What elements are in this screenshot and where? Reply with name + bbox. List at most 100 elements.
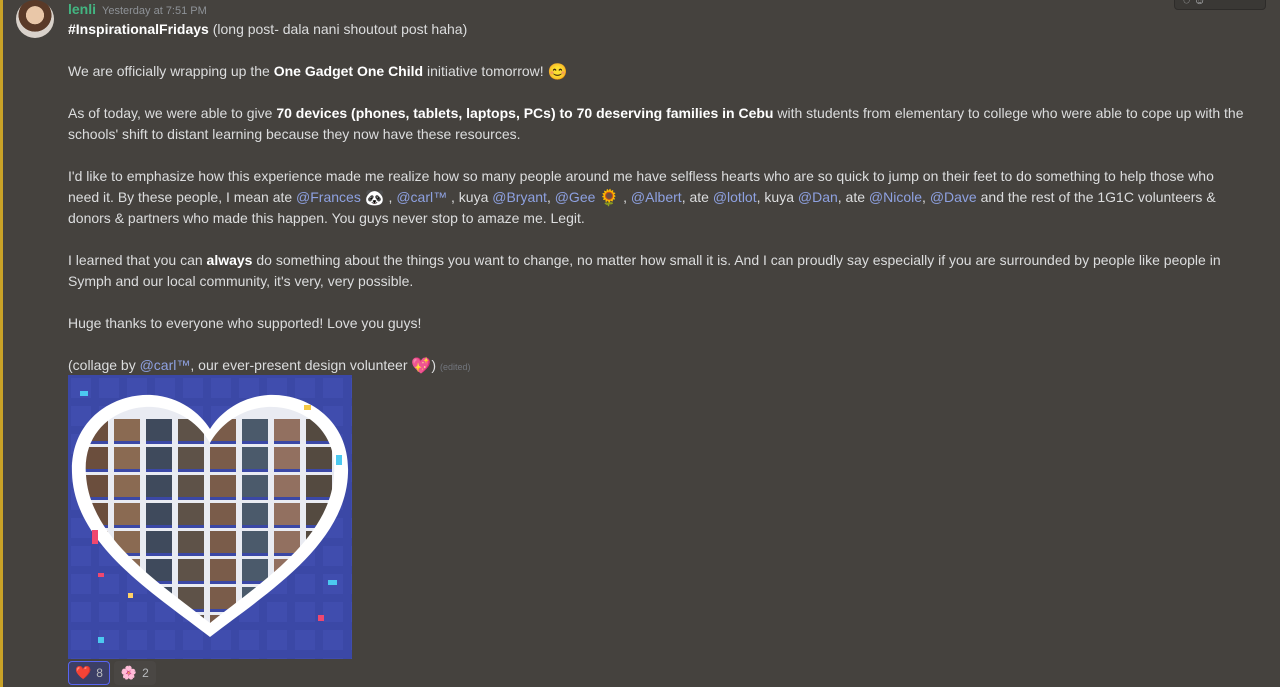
mention-carl[interactable]: @carl™ bbox=[396, 189, 447, 205]
collage-photo-tile bbox=[306, 475, 332, 497]
text: , kuya bbox=[756, 189, 798, 205]
collage-photo-tile bbox=[210, 531, 236, 553]
hashtag-rest: (long post- dala nani shoutout post haha… bbox=[208, 21, 468, 37]
collage-photo-tile bbox=[114, 503, 140, 525]
collage-photo-tile bbox=[114, 475, 140, 497]
collage-tile-band bbox=[146, 469, 172, 472]
collage-photo-tile bbox=[210, 475, 236, 497]
mention-dan[interactable]: @Dan bbox=[798, 189, 838, 205]
collage-tile-band bbox=[210, 497, 236, 500]
reaction-blossom[interactable]: 🌸 2 bbox=[113, 661, 156, 685]
collage-tile-band bbox=[178, 497, 204, 500]
collage-photo-tile bbox=[210, 447, 236, 469]
paragraph-wrapping-up: We are officially wrapping up the One Ga… bbox=[68, 61, 1248, 82]
collage-photo-tile bbox=[274, 531, 300, 553]
collage-photo-tile bbox=[178, 447, 204, 469]
collage-tile-band bbox=[306, 469, 332, 472]
initiative-name: One Gadget One Child bbox=[273, 63, 424, 79]
collage-photo-tile bbox=[210, 503, 236, 525]
text: initiative tomorrow! bbox=[423, 63, 548, 79]
paragraph-devices: As of today, we were able to give 70 dev… bbox=[68, 103, 1248, 145]
mention-frances[interactable]: @Frances bbox=[296, 189, 361, 205]
collage-tile-band bbox=[178, 581, 204, 584]
collage-image-attachment[interactable] bbox=[68, 375, 352, 659]
username[interactable]: lenli bbox=[68, 1, 96, 17]
text: , ate bbox=[681, 189, 713, 205]
reactions-bar: ❤️ 8 🌸 2 bbox=[68, 661, 156, 685]
hashtag-text: #InspirationalFridays bbox=[68, 21, 209, 37]
text: , bbox=[619, 189, 631, 205]
paragraph-thanks-people: I'd like to emphasize how this experienc… bbox=[68, 166, 1248, 229]
text: , bbox=[546, 189, 555, 205]
reaction-count: 2 bbox=[142, 666, 149, 680]
panda-emoji-icon: 🐼 bbox=[364, 190, 385, 207]
paragraph-always: I learned that you can always do somethi… bbox=[68, 250, 1248, 292]
text: (collage by bbox=[68, 357, 140, 373]
text: , bbox=[922, 189, 930, 205]
collage-tile-band bbox=[178, 469, 204, 472]
collage-photo-tile bbox=[274, 503, 300, 525]
edited-label: (edited) bbox=[439, 362, 471, 372]
collage-photo-tile bbox=[146, 531, 172, 553]
collage-tile-band bbox=[242, 553, 268, 556]
collage-tile-band bbox=[146, 553, 172, 556]
collage-photo-tile bbox=[146, 447, 172, 469]
toolbar-icon[interactable]: ◌ ☺ bbox=[1183, 0, 1206, 7]
text: , our ever-present design volunteer bbox=[190, 357, 412, 373]
collage-tile-band bbox=[114, 525, 140, 528]
collage-photo-tile bbox=[146, 503, 172, 525]
collage-tile-band bbox=[242, 525, 268, 528]
message-content: #InspirationalFridays (long post- dala n… bbox=[68, 19, 1248, 399]
mention-gee[interactable]: @Gee bbox=[555, 189, 596, 205]
collage-photo-tile bbox=[178, 531, 204, 553]
mention-bryant[interactable]: @Bryant bbox=[492, 189, 547, 205]
collage-tile-band bbox=[146, 497, 172, 500]
reaction-heart[interactable]: ❤️ 8 bbox=[68, 661, 110, 685]
collage-tile-band bbox=[114, 497, 140, 500]
collage-tile-band bbox=[210, 441, 236, 444]
collage-tile-band bbox=[274, 497, 300, 500]
collage-tile-band bbox=[85, 469, 108, 472]
message-toolbar[interactable]: ◌ ☺ bbox=[1174, 0, 1266, 10]
collage-photo-tile bbox=[114, 447, 140, 469]
collage-tile-band bbox=[210, 525, 236, 528]
text: We are officially wrapping up the bbox=[68, 63, 274, 79]
collage-tile-band bbox=[146, 441, 172, 444]
collage-tile-band bbox=[178, 441, 204, 444]
collage-photo-tile bbox=[242, 419, 268, 441]
paragraph-huge-thanks: Huge thanks to everyone who supported! L… bbox=[68, 315, 422, 331]
mention-carl[interactable]: @carl™ bbox=[140, 357, 191, 373]
collage-photo-tile bbox=[178, 475, 204, 497]
collage-photo-tile bbox=[274, 447, 300, 469]
collage-tile-band bbox=[274, 525, 300, 528]
collage-tile-band bbox=[274, 469, 300, 472]
devices-highlight: 70 devices (phones, tablets, laptops, PC… bbox=[276, 105, 774, 121]
text: , bbox=[384, 189, 397, 205]
collage-photo-tile bbox=[274, 475, 300, 497]
reaction-count: 8 bbox=[96, 666, 103, 680]
text: As of today, we were able to give bbox=[68, 105, 277, 121]
text: , ate bbox=[837, 189, 869, 205]
mention-nicole[interactable]: @Nicole bbox=[869, 189, 922, 205]
collage-photo-tile bbox=[210, 559, 236, 581]
text: , kuya bbox=[447, 189, 493, 205]
mention-dave[interactable]: @Dave bbox=[930, 189, 977, 205]
mention-albert[interactable]: @Albert bbox=[631, 189, 682, 205]
collage-tile-band bbox=[274, 441, 300, 444]
collage-photo-tile bbox=[306, 447, 332, 469]
always-bold: always bbox=[206, 252, 253, 268]
smile-emoji-icon: 😊 bbox=[547, 64, 568, 81]
collage-photo-tile bbox=[242, 531, 268, 553]
mention-lotlot[interactable]: @lotlot bbox=[713, 189, 757, 205]
collage-tile-band bbox=[178, 525, 204, 528]
collage-tile-band bbox=[306, 497, 332, 500]
text: ) bbox=[431, 357, 436, 373]
avatar[interactable] bbox=[16, 0, 54, 38]
collage-tile-band bbox=[242, 497, 268, 500]
collage-tile-band bbox=[242, 469, 268, 472]
collage-photo-tile bbox=[210, 587, 236, 609]
collage-tile-band bbox=[114, 441, 140, 444]
collage-tile-band bbox=[114, 469, 140, 472]
collage-tile-band bbox=[178, 553, 204, 556]
collage-photo-tile bbox=[242, 447, 268, 469]
